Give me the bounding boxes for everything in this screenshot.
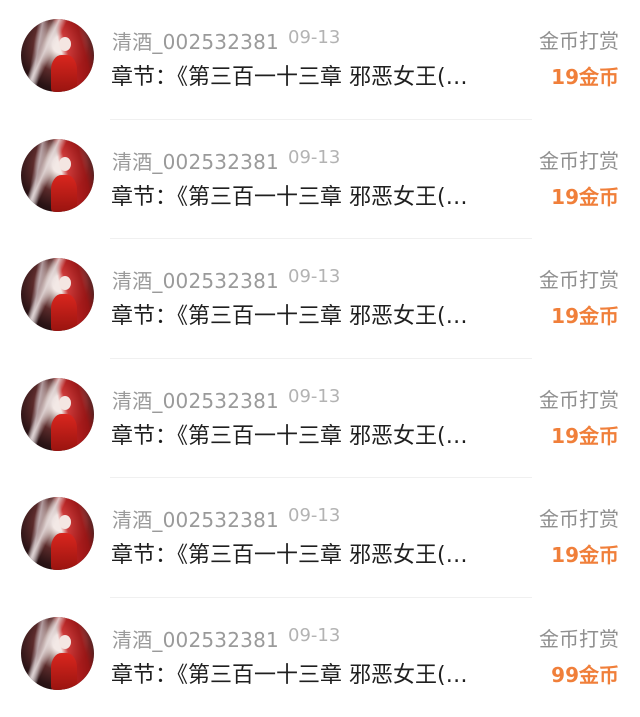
avatar[interactable] — [21, 497, 94, 570]
date: 09-13 — [288, 266, 340, 287]
reward-amount: 19金币 — [551, 420, 619, 449]
list-item[interactable]: 清酒_002532381 09-13 金币打赏 章节：《第三百一十三章 邪恶女王… — [0, 478, 640, 598]
list-item[interactable]: 清酒_002532381 09-13 金币打赏 章节：《第三百一十三章 邪恶女王… — [0, 0, 640, 120]
list-item[interactable]: 清酒_002532381 09-13 金币打赏 章节：《第三百一十三章 邪恶女王… — [0, 239, 640, 359]
reward-type: 金币打赏 — [539, 623, 619, 652]
username[interactable]: 清酒_002532381 — [112, 265, 279, 294]
username[interactable]: 清酒_002532381 — [112, 504, 279, 533]
list-item[interactable]: 清酒_002532381 09-13 金币打赏 章节：《第三百一十三章 邪恶女王… — [0, 120, 640, 240]
reward-amount: 19金币 — [551, 61, 619, 90]
reward-amount: 19金币 — [551, 181, 619, 210]
chapter-title[interactable]: 章节：《第三百一十三章 邪恶女王(… — [111, 298, 468, 330]
list-item[interactable]: 清酒_002532381 09-13 金币打赏 章节：《第三百一十三章 邪恶女王… — [0, 359, 640, 479]
chapter-title[interactable]: 章节：《第三百一十三章 邪恶女王(… — [111, 537, 468, 569]
reward-type: 金币打赏 — [539, 264, 619, 293]
chapter-title[interactable]: 章节：《第三百一十三章 邪恶女王(… — [111, 657, 468, 689]
reward-type: 金币打赏 — [539, 25, 619, 54]
avatar[interactable] — [21, 19, 94, 92]
avatar[interactable] — [21, 617, 94, 690]
reward-amount: 99金币 — [551, 659, 619, 688]
date: 09-13 — [288, 505, 340, 526]
chapter-title[interactable]: 章节：《第三百一十三章 邪恶女王(… — [111, 59, 468, 91]
date: 09-13 — [288, 386, 340, 407]
reward-amount: 19金币 — [551, 300, 619, 329]
list-item[interactable]: 清酒_002532381 09-13 金币打赏 章节：《第三百一十三章 邪恶女王… — [0, 598, 640, 717]
reward-type: 金币打赏 — [539, 503, 619, 532]
username[interactable]: 清酒_002532381 — [112, 146, 279, 175]
date: 09-13 — [288, 625, 340, 646]
avatar[interactable] — [21, 258, 94, 331]
avatar[interactable] — [21, 378, 94, 451]
reward-type: 金币打赏 — [539, 145, 619, 174]
reward-type: 金币打赏 — [539, 384, 619, 413]
username[interactable]: 清酒_002532381 — [112, 624, 279, 653]
reward-list: 清酒_002532381 09-13 金币打赏 章节：《第三百一十三章 邪恶女王… — [0, 0, 640, 717]
username[interactable]: 清酒_002532381 — [112, 26, 279, 55]
date: 09-13 — [288, 147, 340, 168]
date: 09-13 — [288, 27, 340, 48]
chapter-title[interactable]: 章节：《第三百一十三章 邪恶女王(… — [111, 418, 468, 450]
avatar[interactable] — [21, 139, 94, 212]
reward-amount: 19金币 — [551, 539, 619, 568]
username[interactable]: 清酒_002532381 — [112, 385, 279, 414]
chapter-title[interactable]: 章节：《第三百一十三章 邪恶女王(… — [111, 179, 468, 211]
